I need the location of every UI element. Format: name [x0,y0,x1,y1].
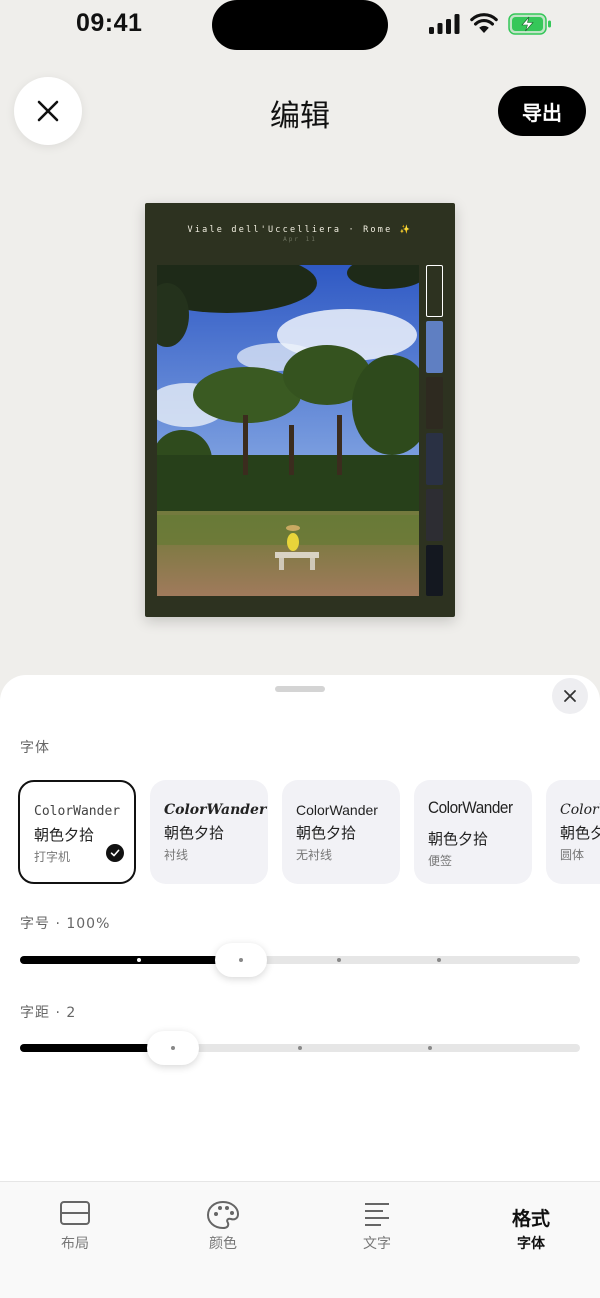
slider-tick [137,958,141,962]
layout-icon [60,1201,90,1225]
preview-card[interactable]: Viale dell'Uccelliera · Rome ✨ Apr 11 [145,203,455,617]
font-sample-cn: 朝色夕拾 [34,826,95,844]
font-tag: 打字机 [34,850,71,864]
palette-swatch[interactable] [426,489,443,541]
text-lines-icon [365,1203,389,1226]
font-option-serif[interactable]: ColorWander 朝色夕拾 衬线 [150,780,268,884]
font-sample-cn: 朝色夕拾 [296,824,357,842]
font-sample: ColorWander [34,804,121,819]
font-tag: 圆体 [560,848,585,862]
preview-photo [157,265,419,596]
preview-title: Viale dell'Uccelliera · Rome ✨ [187,225,413,235]
font-option-note[interactable]: ColorWander 朝色夕拾 便签 [414,780,532,884]
tab-sublabel: 字体 [517,1236,545,1252]
slider-thumb[interactable] [147,1031,199,1065]
font-picker: ColorWander 朝色夕拾 打字机 ColorWander 朝色夕拾 衬线… [18,780,600,884]
font-sample-cn: 朝色夕拾 [164,824,225,842]
slider-tick [298,1046,302,1050]
font-tag: 便签 [428,854,453,868]
font-option-rounded[interactable]: ColorWander 朝色夕拾 圆体 [546,780,600,884]
palette-swatch[interactable] [426,545,443,596]
palette-swatch[interactable] [426,265,443,317]
slider-tick [437,958,441,962]
status-bar: 09:41 [0,0,600,52]
status-time: 09:41 [76,9,143,37]
battery-icon [508,13,551,35]
font-size-slider[interactable] [20,940,580,980]
tab-label: 布局 [61,1236,89,1252]
tab-label: 格式 [511,1208,550,1230]
slider-thumb[interactable] [215,943,267,977]
tab-label: 文字 [363,1236,391,1252]
font-sample: ColorWander [560,802,600,818]
tab-format[interactable]: 格式 字体 [456,1182,600,1298]
font-option-typewriter[interactable]: ColorWander 朝色夕拾 打字机 [18,780,136,884]
font-sample: ColorWander [164,802,267,818]
check-icon [106,844,124,862]
font-sample: ColorWander [296,802,378,818]
slider-tick [337,958,341,962]
font-option-sans[interactable]: ColorWander 朝色夕拾 无衬线 [282,780,400,884]
sheet-grabber[interactable] [275,686,325,692]
font-sample-cn: 朝色夕拾 [428,830,489,848]
font-tag: 衬线 [164,848,189,862]
export-button[interactable]: 导出 [498,86,586,136]
wifi-icon [470,13,498,33]
slider-fill [20,956,240,964]
letter-spacing-label: 字距 · 2 [20,1005,77,1021]
tab-bar: 布局 颜色 文字 格式 字体 [0,1181,600,1298]
preview-subtitle: Apr 11 [283,236,317,243]
font-sample-cn: 朝色夕拾 [560,824,600,842]
font-sample: ColorWander [428,798,513,817]
dynamic-island [212,0,388,50]
palette-icon [206,1200,240,1230]
tab-layout[interactable]: 布局 [0,1182,150,1298]
palette-swatches [426,265,443,596]
palette-swatch[interactable] [426,321,443,373]
letter-spacing-slider[interactable] [20,1028,580,1068]
cellular-signal-icon [429,14,460,34]
tab-label: 颜色 [209,1236,237,1252]
font-size-label: 字号 · 100% [20,916,111,932]
font-section-label: 字体 [20,740,50,756]
close-icon [564,690,576,702]
sheet-close-button[interactable] [552,678,588,714]
slider-tick [428,1046,432,1050]
font-tag: 无衬线 [296,848,333,862]
tab-color[interactable]: 颜色 [148,1182,298,1298]
tab-text[interactable]: 文字 [302,1182,452,1298]
palette-swatch[interactable] [426,377,443,429]
palette-swatch[interactable] [426,433,443,485]
